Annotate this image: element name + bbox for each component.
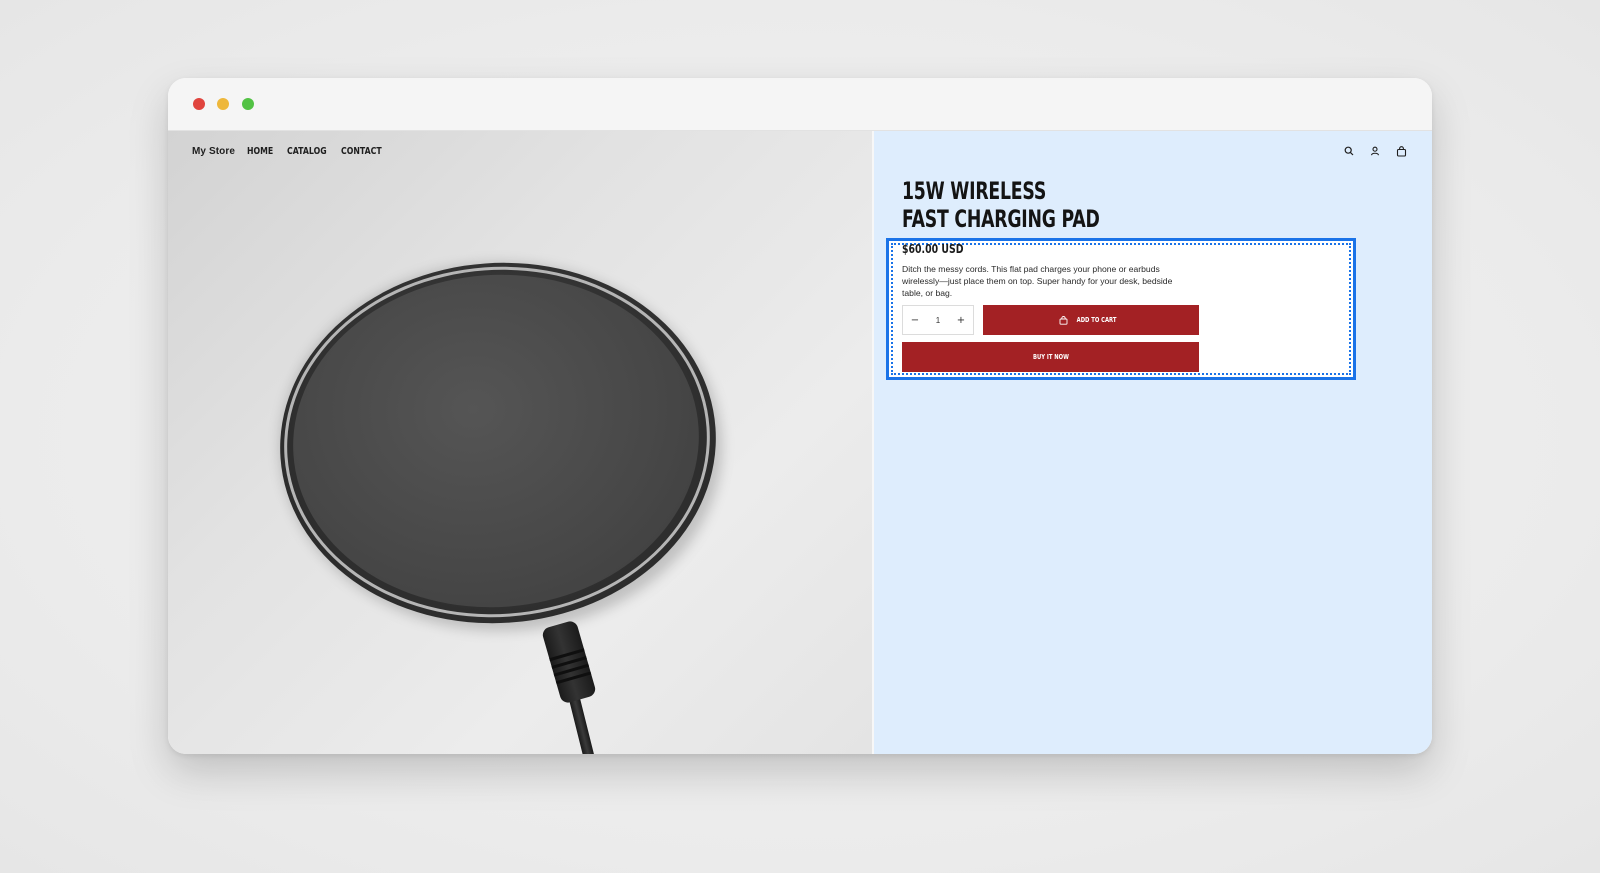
product-title-line-1: 15W WIRELESS [902,177,1047,205]
maximize-window-button[interactable] [242,98,254,110]
store-page: My Store HOME CATALOG CONTACT 15W WIRELE… [168,131,1432,754]
add-to-cart-label: ADD TO CART [1076,316,1117,324]
quantity-input[interactable]: 1 [936,316,940,325]
account-icon[interactable] [1368,144,1382,158]
shopping-bag-icon [1059,315,1068,325]
nav-link-home[interactable]: HOME [247,146,273,157]
browser-window: My Store HOME CATALOG CONTACT 15W WIRELE… [168,78,1432,754]
minimize-window-button[interactable] [217,98,229,110]
main-navigation: My Store HOME CATALOG CONTACT [192,141,397,161]
cart-icon[interactable] [1394,144,1408,158]
product-title-line-2: FAST CHARGING PAD [902,205,1100,233]
nav-link-contact[interactable]: CONTACT [341,146,382,157]
quantity-stepper: − 1 + [902,305,974,335]
product-title: 15W WIRELESS FAST CHARGING PAD [902,177,1161,233]
product-media: My Store HOME CATALOG CONTACT [168,131,872,754]
product-info-panel: 15W WIRELESS FAST CHARGING PAD $60.00 US… [874,131,1432,754]
quantity-decrease-button[interactable]: − [903,306,927,334]
store-logo-link[interactable]: My Store [192,146,235,157]
window-titlebar [168,78,1432,131]
close-window-button[interactable] [193,98,205,110]
product-description: Ditch the messy cords. This flat pad cha… [902,264,1173,298]
buy-now-button[interactable]: BUY IT NOW [902,342,1199,372]
nav-link-catalog[interactable]: CATALOG [287,146,327,157]
search-icon[interactable] [1342,144,1356,158]
buy-now-label: BUY IT NOW [1032,353,1069,361]
charging-cable-plug [540,619,598,705]
quantity-increase-button[interactable]: + [949,306,973,334]
header-actions [1330,141,1408,161]
product-price: $60.00 USD [902,242,964,256]
add-to-cart-button[interactable]: ADD TO CART [983,305,1199,335]
